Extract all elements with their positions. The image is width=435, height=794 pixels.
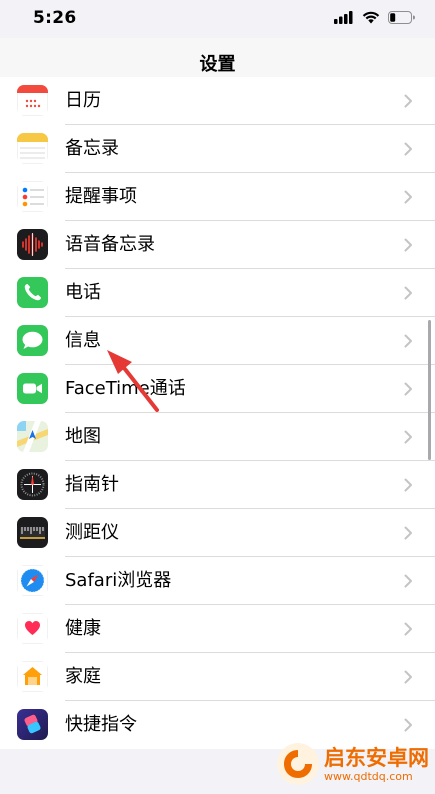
chevron-right-icon [404,334,412,348]
health-icon [17,613,48,644]
settings-row-voice-memos[interactable]: 语音备忘录 [0,221,435,269]
compass-icon [17,469,48,500]
shortcuts-icon [17,709,48,740]
settings-row-measure[interactable]: 测距仪 [0,509,435,557]
watermark-title: 启东安卓网 [324,745,429,770]
settings-row-phone[interactable]: 电话 [0,269,435,317]
chevron-right-icon [404,94,412,108]
watermark-url: www.qdtdq.com [324,769,413,783]
phone-icon [17,277,48,308]
chevron-right-icon [404,718,412,732]
row-label: 备忘录 [65,138,119,159]
row-label: 测距仪 [65,522,119,543]
chevron-right-icon [404,622,412,636]
row-label: 提醒事项 [65,186,137,207]
chevron-right-icon [404,382,412,396]
status-icons [334,11,415,24]
watermark-logo [277,743,319,785]
maps-icon [17,421,48,452]
chevron-right-icon [404,670,412,684]
chevron-right-icon [404,574,412,588]
row-label: 家庭 [65,666,101,687]
watermark: 启东安卓网 www.qdtdq.com [276,742,429,786]
row-label: 电话 [65,282,101,303]
chevron-right-icon [404,286,412,300]
chevron-right-icon [404,430,412,444]
status-time: 5:26 [33,8,77,28]
battery-icon [388,11,415,24]
watermark-text: 启东安卓网 www.qdtdq.com [324,746,429,783]
settings-row-health[interactable]: 健康 [0,605,435,653]
chevron-right-icon [404,478,412,492]
row-label: FaceTime通话 [65,378,186,399]
measure-icon [17,517,48,548]
settings-row-messages[interactable]: 信息 [0,317,435,365]
notes-icon [17,133,48,164]
settings-row-notes[interactable]: 备忘录 [0,125,435,173]
chevron-right-icon [404,190,412,204]
row-label: 日历 [65,90,101,111]
settings-row-reminders[interactable]: 提醒事项 [0,173,435,221]
cellular-signal-icon [334,11,353,24]
wifi-icon [362,11,380,24]
row-label: Safari浏览器 [65,570,172,591]
status-bar: 5:26 [0,0,435,38]
messages-icon [17,325,48,356]
settings-row-compass[interactable]: 指南针 [0,461,435,509]
chevron-right-icon [404,526,412,540]
scroll-indicator[interactable] [428,320,431,460]
settings-row-calendar[interactable]: 日历 [0,77,435,125]
settings-row-maps[interactable]: 地图 [0,413,435,461]
safari-icon [17,565,48,596]
chevron-right-icon [404,238,412,252]
row-label: 语音备忘录 [65,234,155,255]
settings-row-facetime[interactable]: FaceTime通话 [0,365,435,413]
home-icon [17,661,48,692]
voice-memos-icon [17,229,48,260]
row-label: 信息 [65,330,101,351]
row-label: 指南针 [65,474,119,495]
row-label: 地图 [65,426,101,447]
reminders-icon [17,181,48,212]
page-title: 设置 [199,54,236,75]
settings-row-safari[interactable]: Safari浏览器 [0,557,435,605]
calendar-icon [17,85,48,116]
settings-row-home[interactable]: 家庭 [0,653,435,701]
facetime-icon [17,373,48,404]
row-label: 健康 [65,618,101,639]
row-label: 快捷指令 [65,714,137,735]
settings-list: 日历 备忘录 提醒事项 语音备忘录 电话 信息 FaceTime通话 地图 指南… [0,77,435,749]
chevron-right-icon [404,142,412,156]
